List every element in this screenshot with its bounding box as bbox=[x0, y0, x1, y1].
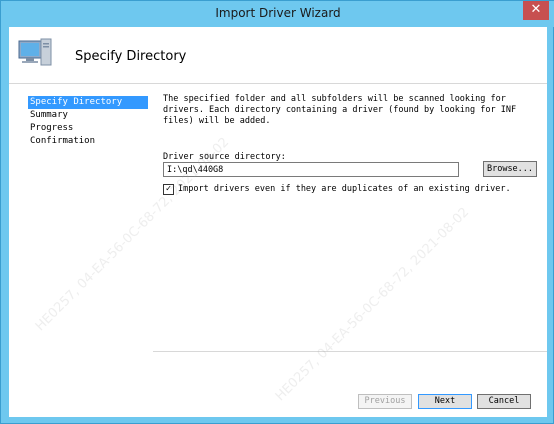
page-title: Specify Directory bbox=[75, 49, 187, 64]
nav-step-summary[interactable]: Summary bbox=[28, 109, 148, 122]
window-title: Import Driver Wizard bbox=[215, 6, 341, 20]
wizard-steps-nav: Specify Directory Summary Progress Confi… bbox=[9, 84, 153, 417]
previous-button[interactable]: Previous bbox=[358, 394, 412, 409]
close-button[interactable]: ✕ bbox=[523, 1, 549, 20]
footer-divider bbox=[153, 351, 547, 352]
browse-button[interactable]: Browse... bbox=[483, 161, 537, 177]
computer-icon bbox=[18, 38, 52, 66]
nav-step-specify-directory[interactable]: Specify Directory bbox=[28, 96, 148, 109]
wizard-banner: Specify Directory bbox=[9, 27, 547, 84]
wizard-window: Import Driver Wizard ✕ Specify Directory… bbox=[0, 0, 554, 424]
wizard-client-area: Specify Directory Specify Directory Summ… bbox=[9, 27, 547, 417]
window-border-left bbox=[1, 27, 9, 417]
close-icon: ✕ bbox=[530, 2, 542, 17]
wizard-main-panel: The specified folder and all subfolders … bbox=[153, 84, 547, 417]
next-button[interactable]: Next bbox=[418, 394, 472, 409]
title-bar[interactable]: Import Driver Wizard ✕ bbox=[1, 1, 554, 27]
source-directory-label: Driver source directory: bbox=[163, 152, 286, 162]
nav-step-confirmation[interactable]: Confirmation bbox=[28, 135, 148, 148]
description-text: The specified folder and all subfolders … bbox=[163, 94, 517, 126]
cancel-button[interactable]: Cancel bbox=[477, 394, 531, 409]
import-duplicates-label: Import drivers even if they are duplicat… bbox=[178, 184, 511, 194]
nav-step-progress[interactable]: Progress bbox=[28, 122, 148, 135]
